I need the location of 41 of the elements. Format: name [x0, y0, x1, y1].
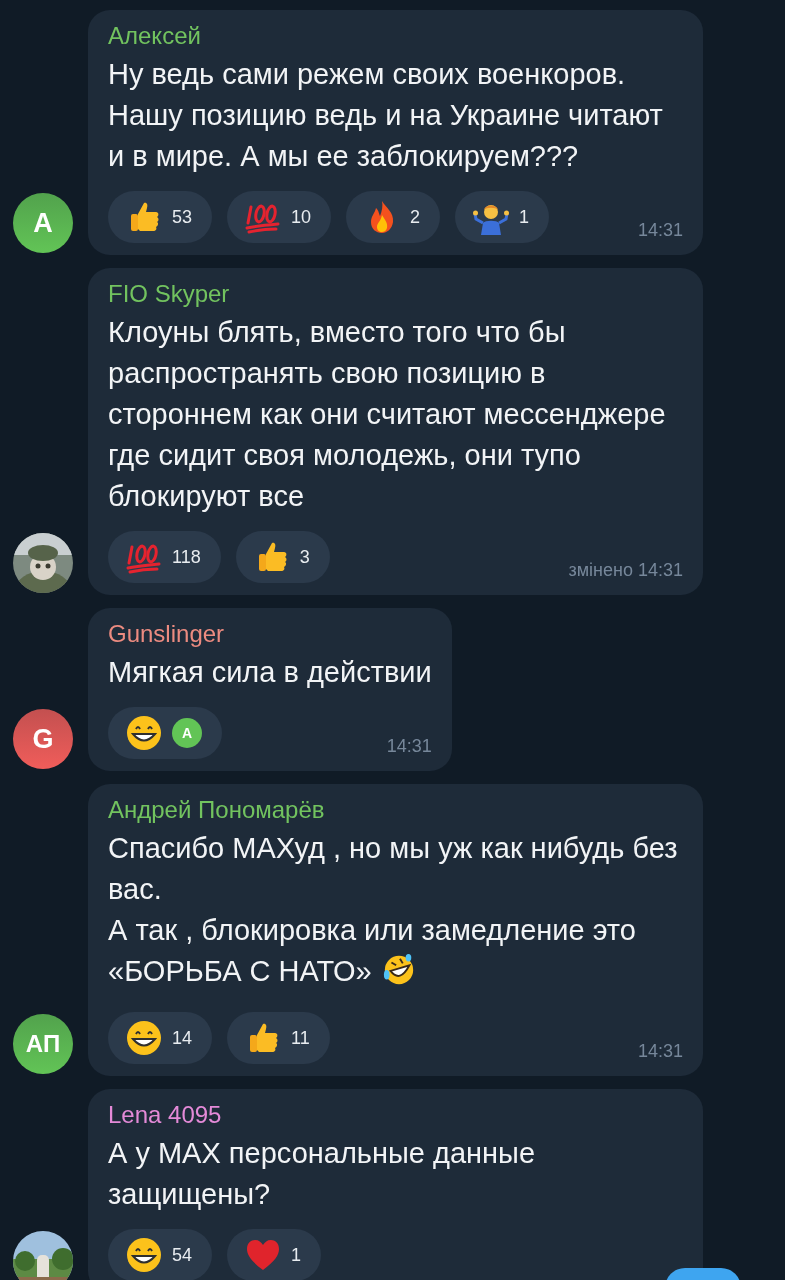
message-text: Спасибо МАХуд , но мы уж как нибудь без вас. А так , блокировка или замедление это «БОРЬБА С НАТО»: [108, 831, 679, 989]
reaction-chip[interactable]: 54: [108, 1229, 213, 1280]
message-text: Мягкая сила в действии: [108, 655, 432, 690]
reaction-count: 14: [172, 1027, 193, 1049]
reaction-chip[interactable]: 2: [346, 191, 441, 243]
message-time: змінено 14:31: [567, 560, 683, 582]
grinning-face-icon: [126, 1020, 162, 1056]
heart-icon: [245, 1237, 282, 1273]
grinning-face-icon: [126, 1237, 162, 1273]
reaction-count: 3: [299, 546, 310, 568]
reaction-chip[interactable]: 3: [235, 531, 330, 583]
reaction-chip[interactable]: 11: [227, 1012, 330, 1064]
reaction-chip[interactable]: 1: [455, 191, 550, 243]
grinning-face-icon: [126, 715, 162, 751]
author-name[interactable]: Андрей Пономарёв: [108, 796, 683, 824]
reaction-chip[interactable]: 14: [108, 1012, 213, 1064]
reaction-chip[interactable]: 118: [108, 531, 221, 583]
author-name[interactable]: Lena 4095: [108, 1101, 683, 1129]
message-text: Клоуны блять, вместо того что бы распространять свою позицию в стороннем как они считают мессенджере где сидит своя молодежь, они тупо блокируют все: [108, 315, 667, 514]
author-name[interactable]: Gunslinger: [108, 620, 432, 648]
message-text: А у МАХ персональные данные защищены?: [108, 1136, 537, 1212]
reaction-count: 54: [172, 1244, 193, 1266]
message-text: Ну ведь сами режем своих военкоров. Нашу позицию ведь и на Украине читают и в мире. А мы ее заблокируем???: [108, 57, 664, 174]
message-time: 14:31: [385, 736, 432, 758]
reaction-count: 11: [291, 1027, 310, 1049]
reaction-count: 2: [410, 206, 421, 228]
reaction-count: 118: [172, 546, 201, 568]
reaction-count: 1: [519, 206, 530, 228]
reaction-count: 53: [172, 206, 193, 228]
author-name[interactable]: Алексей: [108, 22, 683, 50]
rolling-laughing-icon: [381, 953, 416, 987]
reaction-count: 1: [291, 1244, 302, 1266]
reaction-chip[interactable]: 1: [227, 1229, 322, 1280]
message-time: 14:31: [636, 220, 683, 242]
reaction-chip[interactable]: 10: [227, 191, 332, 243]
user-avatar[interactable]: G: [13, 709, 73, 769]
reactor-avatar: A: [172, 718, 202, 748]
message-time: 14:31: [636, 1041, 683, 1063]
reaction-count: 10: [291, 206, 312, 228]
reaction-chip[interactable]: 53: [108, 191, 213, 243]
author-name[interactable]: FIO Skyper: [108, 280, 683, 308]
